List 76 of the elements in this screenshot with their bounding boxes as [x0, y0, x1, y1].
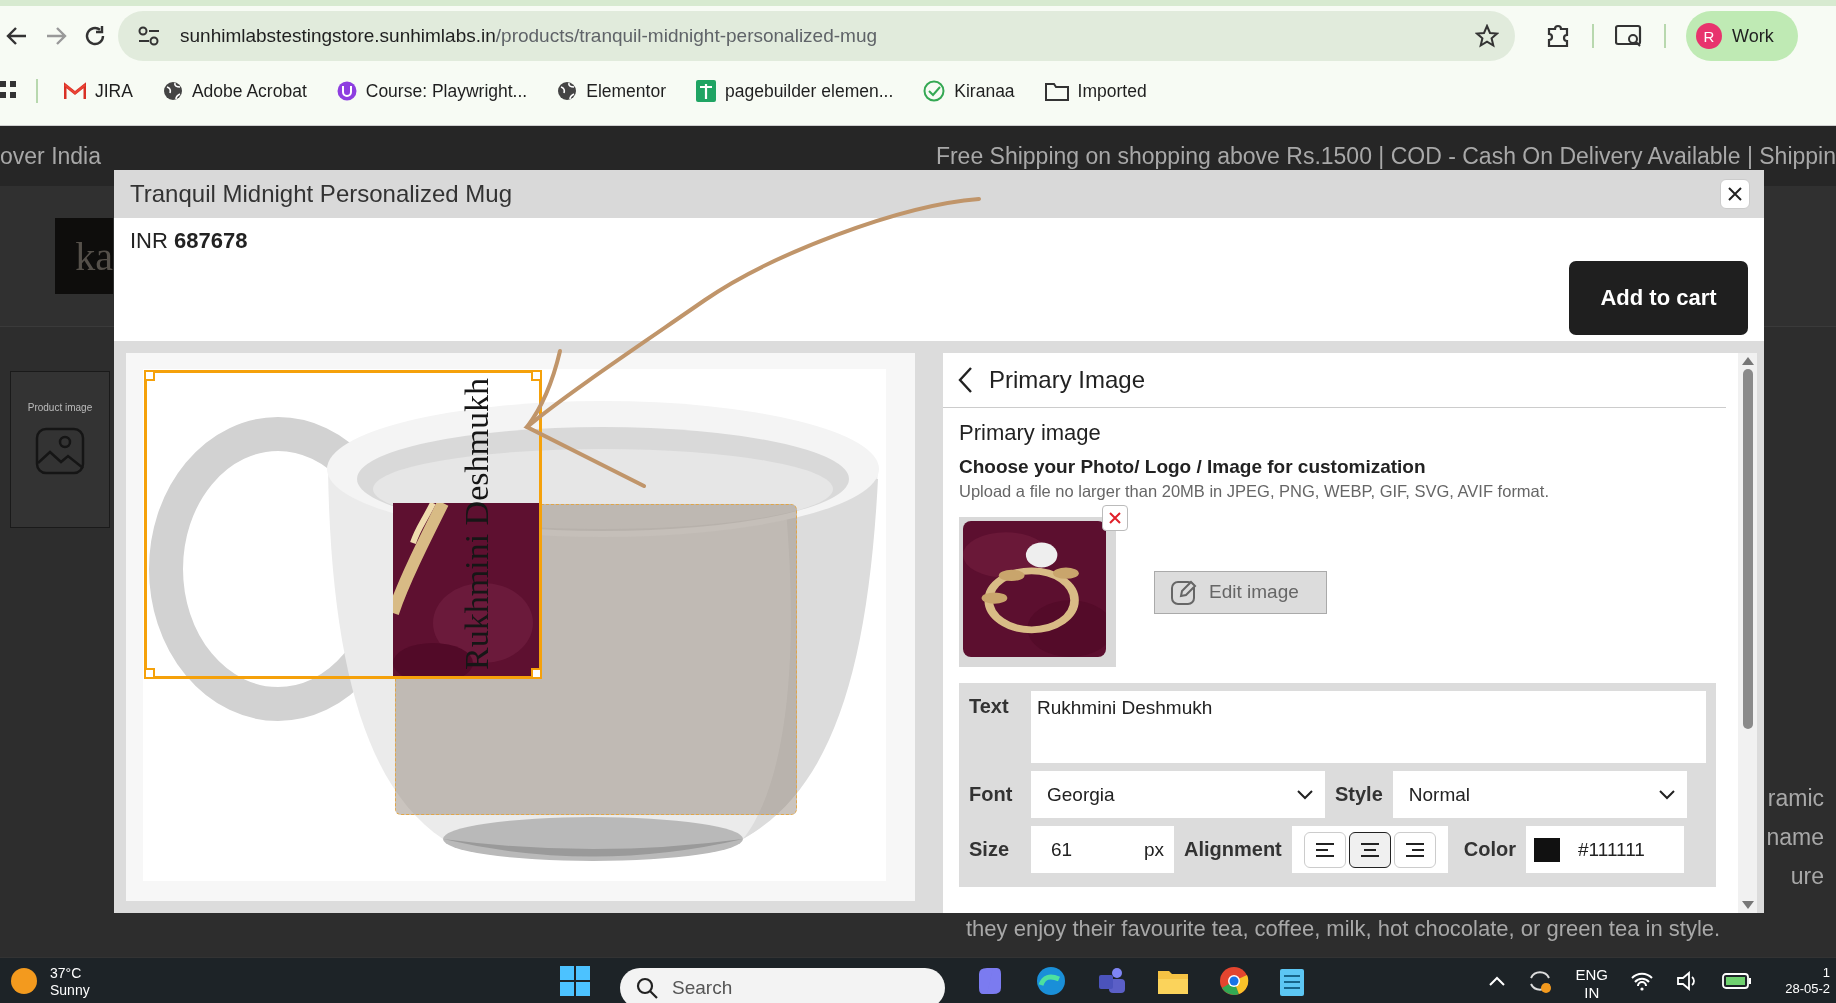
image-icon — [35, 427, 85, 475]
check-circle-icon — [923, 80, 946, 102]
bookmark[interactable]: Elementor — [549, 76, 674, 106]
scroll-up-icon — [1741, 357, 1754, 365]
wifi-icon[interactable] — [1630, 970, 1654, 991]
clock-text[interactable]: 1 28-05-2 — [1774, 964, 1832, 997]
globe-icon — [557, 81, 578, 101]
field-label: Size — [969, 838, 1011, 861]
bookmark[interactable]: pagebuilder elemen... — [687, 76, 902, 106]
site-settings-icon[interactable] — [138, 26, 160, 46]
align-left-icon — [1313, 840, 1336, 859]
description-text: name — [1766, 824, 1825, 852]
puzzle-icon[interactable] — [1545, 23, 1571, 49]
image-thumbnail[interactable] — [959, 517, 1116, 667]
folder-icon — [1044, 81, 1069, 101]
scrollbar[interactable] — [1738, 353, 1757, 913]
close-icon — [1108, 511, 1122, 525]
people-icon[interactable] — [1097, 965, 1127, 996]
address-bar[interactable]: sunhimlabstestingstore.sunhimlabs.in/products/tranquil-midnight-personalized-mug — [118, 11, 1515, 61]
announcement-text: over India — [0, 142, 101, 170]
description-text: they enjoy their favourite tea, coffee, milk, hot chocolate, or green tea in style. — [966, 916, 1721, 942]
upload-hint: Upload a file no larger than 20MB in JPEG, PNG, WEBP, GIF, SVG, AVIF format. — [959, 482, 1550, 501]
chrome-icon[interactable] — [1219, 965, 1249, 996]
scroll-down-icon — [1741, 901, 1754, 909]
modal-title: Tranquil Midnight Personalized Mug — [130, 180, 512, 208]
tab-search-icon[interactable] — [1615, 24, 1643, 48]
globe-icon — [162, 81, 183, 101]
url-text[interactable]: sunhimlabstestingstore.sunhimlabs.in/products/tranquil-midnight-personalized-mug — [180, 25, 1475, 47]
bookmark[interactable]: Course: Playwright... — [328, 76, 536, 106]
close-icon — [1727, 186, 1743, 202]
section-title: Primary image — [959, 420, 1102, 446]
chevron-down-icon — [1658, 789, 1675, 800]
chevron-up-icon[interactable] — [1489, 975, 1506, 986]
mail-icon — [64, 82, 86, 100]
align-right-icon — [1403, 840, 1426, 859]
panel-title: Primary Image — [989, 366, 1146, 394]
search-icon — [636, 976, 658, 999]
price-text: INR 687678 — [130, 228, 248, 255]
align-button[interactable] — [1348, 831, 1391, 868]
align-center-icon — [1358, 840, 1381, 859]
field-label: Style — [1335, 783, 1383, 806]
sun-icon[interactable] — [10, 966, 38, 995]
style-select[interactable]: Normal — [1392, 771, 1687, 818]
close-button[interactable] — [1720, 179, 1750, 209]
bookmark[interactable]: JIRA — [56, 76, 141, 106]
add-to-cart-button[interactable]: Add to cart — [1569, 261, 1748, 335]
course-icon — [336, 81, 357, 101]
size-input[interactable]: 61 px — [1031, 826, 1174, 873]
upload-prompt: Choose your Photo/ Logo / Image for customization — [959, 456, 1427, 478]
bookmark[interactable]: Adobe Acrobat — [154, 76, 315, 106]
font-select[interactable]: Georgia — [1031, 771, 1325, 818]
text-input[interactable]: Rukhmini Deshmukh — [1031, 691, 1706, 763]
description-text: ure — [1790, 863, 1825, 891]
announcement-text: Free Shipping on shopping above Rs.1500 | COD - Cash On Delivery Available | Shippin — [935, 142, 1836, 170]
field-label: Alignment — [1184, 838, 1282, 861]
profile-button[interactable]: R Work — [1686, 11, 1798, 61]
bookmark[interactable]: Imported — [1036, 76, 1155, 106]
field-label: Color — [1463, 838, 1516, 861]
spreadsheet-icon — [695, 80, 716, 102]
pencil-icon — [1171, 579, 1197, 605]
back-chevron-icon[interactable] — [957, 366, 973, 394]
field-label: Text — [969, 695, 1010, 718]
bookmark[interactable]: Kiranaa — [915, 76, 1023, 106]
color-input[interactable]: #111111 — [1526, 826, 1684, 873]
language-indicator[interactable]: ENG IN — [1575, 965, 1608, 1002]
remove-button[interactable] — [1102, 505, 1128, 531]
weather-text[interactable]: 37°C Sunny — [50, 964, 90, 999]
battery-icon[interactable] — [1722, 971, 1752, 990]
product-thumbnail[interactable]: Product image — [10, 371, 110, 528]
star-icon[interactable] — [1475, 24, 1499, 48]
search-field[interactable]: Search — [620, 967, 945, 1003]
chevron-down-icon — [1297, 789, 1313, 800]
description-text: ramic — [1767, 785, 1825, 813]
windows-icon[interactable] — [560, 965, 590, 996]
browser-icon[interactable] — [1035, 964, 1067, 997]
field-label: Font — [969, 783, 1014, 806]
